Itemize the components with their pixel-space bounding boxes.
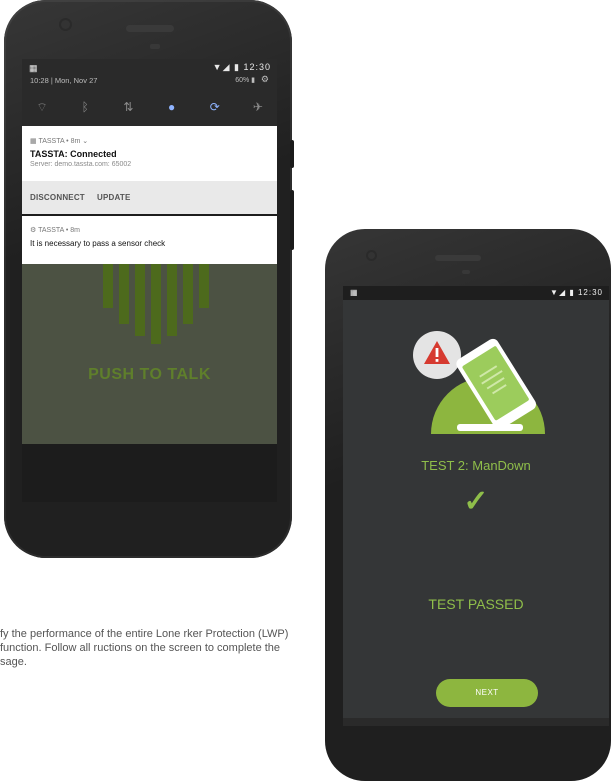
- mandown-illustration: [413, 331, 545, 434]
- power-button: [290, 140, 294, 168]
- shade-date: 10:28 | Mon, Nov 27: [30, 76, 98, 85]
- grid-icon: ▦: [29, 63, 38, 73]
- ptt-app-area: PUSH TO TALK: [22, 264, 277, 502]
- bluetooth-icon[interactable]: ᛒ: [73, 100, 97, 114]
- volume-button: [290, 190, 294, 250]
- notification-app-name: TASSTA • 8m ⌄: [38, 138, 89, 145]
- phone-left: ▦ ▼◢ ▮ 12:30 10:28 | Mon, Nov 27 60% ▮ ⚙…: [4, 0, 294, 558]
- notification-actions: DISCONNECT UPDATE: [22, 181, 277, 214]
- phone-left-screen: ▦ ▼◢ ▮ 12:30 10:28 | Mon, Nov 27 60% ▮ ⚙…: [22, 59, 277, 502]
- caption-text: fy the performance of the entire Lone rk…: [0, 628, 289, 668]
- status-time: 12:30: [243, 62, 271, 72]
- quick-settings-row: ⌔ ᛒ ⇅ ● ⟳ ✈: [30, 96, 270, 118]
- notification-connected[interactable]: ▦ TASSTA • 8m ⌄ TASSTA: Connected Server…: [22, 126, 277, 214]
- base-plate: [457, 424, 523, 431]
- rotate-icon[interactable]: ⟳: [203, 100, 227, 114]
- checkmark-icon: ✓: [463, 485, 489, 518]
- notification-title: TASSTA: Connected: [30, 149, 117, 159]
- signal-icon: ▼◢ ▮: [212, 62, 240, 72]
- phone-right-screen: ▦ ▼◢ ▮ 12:30 TEST 2: ManDown ✓ TEST PASS…: [343, 286, 609, 726]
- push-to-talk-label[interactable]: PUSH TO TALK: [22, 366, 277, 384]
- ptt-bars[interactable]: [22, 264, 277, 359]
- notification-shade: ▦ ▼◢ ▮ 12:30 10:28 | Mon, Nov 27 60% ▮ ⚙…: [22, 59, 277, 129]
- phone-right: ▦ ▼◢ ▮ 12:30 TEST 2: ManDown ✓ TEST PASS…: [325, 229, 611, 781]
- ptt-bar: [183, 264, 193, 324]
- wifi-icon[interactable]: ⌔: [30, 100, 54, 115]
- signal-icon: ▼◢ ▮: [550, 288, 575, 297]
- ptt-bar: [135, 264, 145, 336]
- next-button[interactable]: NEXT: [436, 679, 538, 707]
- ptt-bar: [119, 264, 129, 324]
- ptt-bar: [167, 264, 177, 336]
- data-icon[interactable]: ⇅: [116, 100, 140, 114]
- notification-server-text: Server: demo.tassta.com: 65002: [30, 161, 132, 168]
- bottom-bar: [343, 718, 609, 726]
- notification-app-name: TASSTA • 8m: [38, 227, 80, 234]
- ptt-bar: [199, 264, 209, 308]
- proximity-sensor: [462, 270, 470, 274]
- location-icon[interactable]: ●: [160, 100, 184, 114]
- ptt-bar: [151, 264, 161, 344]
- front-camera: [368, 252, 375, 259]
- airplane-icon[interactable]: ✈: [246, 100, 270, 114]
- proximity-sensor: [150, 44, 160, 49]
- test-title: TEST 2: ManDown: [421, 458, 531, 473]
- grid-icon: ▦: [350, 288, 358, 297]
- test-result: TEST PASSED: [428, 596, 524, 612]
- earpiece-speaker: [435, 255, 481, 261]
- status-bar: ▦ ▼◢ ▮ 12:30: [343, 286, 609, 300]
- gear-small-icon: ⚙: [30, 227, 39, 234]
- bottom-bar: [22, 444, 277, 502]
- settings-icon[interactable]: ⚙: [261, 74, 269, 85]
- battery-level: 60% ▮: [235, 77, 255, 84]
- notification-text: It is necessary to pass a sensor check: [30, 239, 166, 248]
- disconnect-button[interactable]: DISCONNECT: [30, 193, 85, 202]
- earpiece-speaker: [126, 25, 174, 32]
- front-camera: [61, 20, 70, 29]
- notification-sensor-check[interactable]: ⚙ TASSTA • 8m It is necessary to pass a …: [22, 216, 277, 264]
- status-time: 12:30: [577, 288, 603, 297]
- ptt-bar: [103, 264, 113, 308]
- update-button[interactable]: UPDATE: [97, 193, 131, 202]
